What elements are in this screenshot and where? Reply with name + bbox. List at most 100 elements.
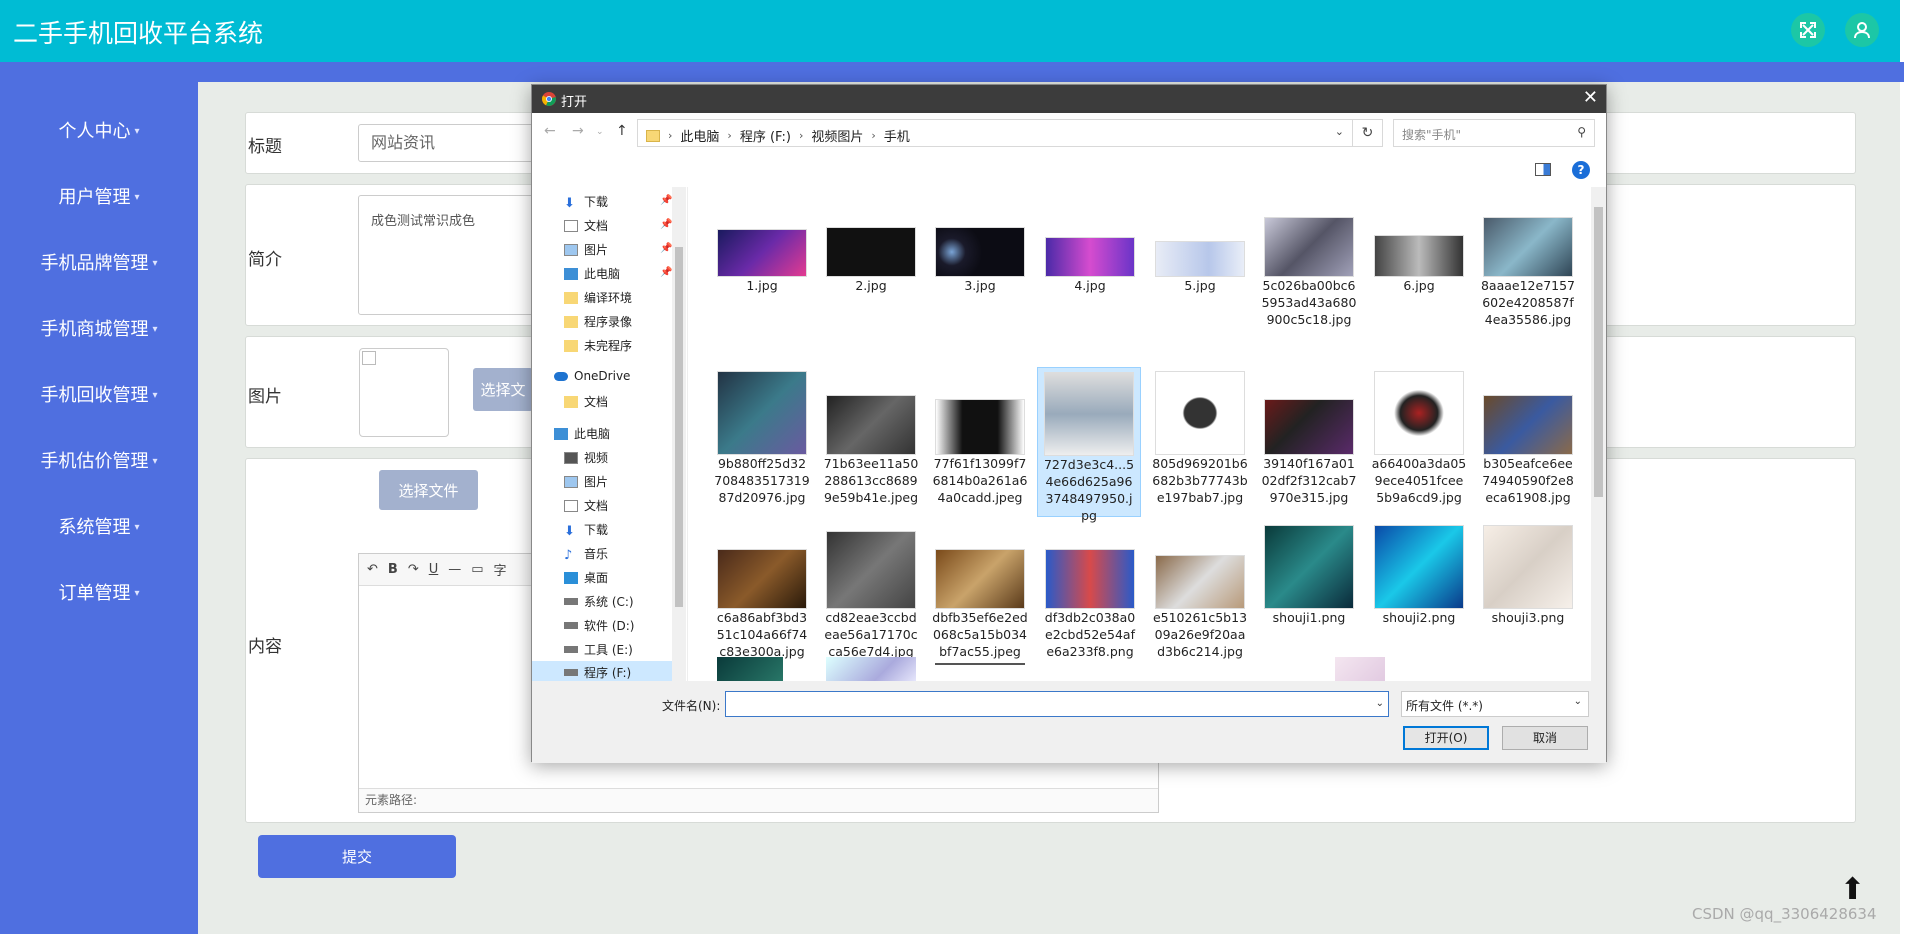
sidebar-item-personal-center[interactable]: 个人中心 ▾ [0, 112, 198, 152]
help-icon[interactable]: ? [1572, 161, 1590, 179]
breadcrumb-item[interactable]: 手机 [884, 126, 910, 145]
nav-item-downloads[interactable]: ⬇ 下载 [564, 193, 608, 211]
file-item[interactable]: 6.jpg [1367, 217, 1471, 294]
nav-item-folder[interactable]: 未完程序 [564, 337, 632, 354]
nav-item-label: 音乐 [584, 547, 609, 561]
back-to-top-icon[interactable]: ⬆ [1840, 872, 1865, 907]
file-item[interactable]: 2.jpg [819, 217, 923, 294]
file-type-select[interactable]: 所有文件 (*.*) ⌄ [1401, 691, 1589, 717]
breadcrumb-item[interactable]: 此电脑 [680, 126, 719, 145]
file-item[interactable]: 5c026ba00bc65953ad43a680900c5c18.jpg [1257, 217, 1361, 328]
file-item[interactable]: shouji2.png [1367, 525, 1471, 626]
recent-dropdown-icon[interactable]: ⌄ [596, 127, 604, 137]
nav-item-desktop[interactable]: 桌面 [564, 569, 608, 586]
file-item[interactable]: 1.jpg [710, 217, 814, 294]
file-item[interactable]: a66400a3da059ece4051fcee5b9a6cd9.jpg [1367, 371, 1471, 506]
sidebar-item-brand-management[interactable]: 手机品牌管理 ▾ [0, 244, 198, 284]
choose-image-button[interactable]: 选择文 [473, 368, 533, 411]
sidebar-item-label: 系统管理 [58, 517, 131, 538]
file-item[interactable]: shouji1.png [1257, 525, 1361, 626]
nav-scrollbar-thumb[interactable] [675, 247, 683, 607]
redo-icon[interactable]: ↷ [408, 562, 419, 577]
fullscreen-icon[interactable] [1791, 13, 1825, 47]
nav-item-pictures[interactable]: 图片 [564, 241, 608, 258]
file-item[interactable]: df3db2c038a0e2cbd52e54afe6a233f8.png [1038, 525, 1142, 660]
nav-item-documents[interactable]: 文档 [564, 217, 608, 234]
document-icon[interactable]: ▭ [471, 562, 483, 577]
horizontal-rule-icon[interactable]: — [448, 562, 461, 577]
submit-button[interactable]: 提交 [258, 835, 456, 878]
file-item[interactable]: 4.jpg [1038, 217, 1142, 294]
nav-item-folder[interactable]: 程序录像 [564, 313, 632, 330]
nav-item-pictures[interactable]: 图片 [564, 473, 608, 490]
sidebar-item-system-management[interactable]: 系统管理 ▾ [0, 508, 198, 548]
cancel-button[interactable]: 取消 [1502, 726, 1588, 750]
sidebar-item-user-management[interactable]: 用户管理 ▾ [0, 178, 198, 218]
file-item[interactable]: c6a86abf3bd351c104a66f74c83e300a.jpg [710, 525, 814, 660]
underline-icon[interactable]: U [429, 562, 439, 577]
nav-item-folder[interactable]: 编译环境 [564, 289, 632, 306]
nav-item-label: 系统 (C:) [584, 595, 634, 609]
breadcrumb-item[interactable]: 视频图片 [811, 126, 863, 145]
file-item[interactable]: 9b880ff25d3270848351731987d20976.jpg [710, 371, 814, 506]
file-item[interactable]: 3.jpg [928, 217, 1032, 294]
file-item[interactable]: shouji3.png [1476, 525, 1580, 626]
nav-item-drive-e[interactable]: 工具 (E:) [564, 641, 633, 658]
up-arrow-icon[interactable]: ↑ [616, 123, 628, 139]
nav-item-drive-c[interactable]: 系统 (C:) [564, 593, 634, 610]
refresh-icon[interactable]: ↻ [1352, 120, 1382, 146]
intro-textarea[interactable]: 成色测试常识成色 [358, 195, 538, 315]
sidebar-item-store-management[interactable]: 手机商城管理 ▾ [0, 310, 198, 350]
file-item[interactable]: 77f61f13099f76814b0a261a64a0cadd.jpeg [928, 371, 1032, 506]
nav-item-this-pc[interactable]: 此电脑 [564, 265, 620, 282]
file-item[interactable]: cd82eae3ccbdeae56a17170cca56e7d4.jpg [819, 525, 923, 660]
address-bar[interactable]: › 此电脑 › 程序 (F:) › 视频图片 › 手机 ⌄ ↻ [637, 119, 1383, 147]
file-item[interactable]: 805d969201b6682b3b77743be197bab7.jpg [1148, 371, 1252, 506]
nav-item-drive-f[interactable]: 程序 (F:) [532, 661, 672, 681]
open-button[interactable]: 打开(O) [1403, 726, 1489, 750]
preview-pane-icon[interactable] [1535, 163, 1551, 176]
choose-file-button[interactable]: 选择文件 [379, 470, 478, 510]
nav-item-music[interactable]: ♪ 音乐 [564, 545, 609, 563]
file-item[interactable]: 71b63ee11a50288613cc86899e59b41e.jpeg [819, 371, 923, 506]
app-title: 二手手机回收平台系统 [13, 19, 264, 48]
file-name: shouji3.png [1491, 610, 1565, 625]
sidebar-item-valuation-management[interactable]: 手机估价管理 ▾ [0, 442, 198, 482]
font-select[interactable]: 字 [494, 560, 507, 579]
forward-arrow-icon[interactable]: → [572, 123, 584, 139]
sidebar-item-order-management[interactable]: 订单管理 ▾ [0, 574, 198, 614]
title-input[interactable]: 网站资讯 [358, 124, 538, 162]
file-item[interactable]: 5.jpg [1148, 217, 1252, 294]
chevron-down-icon[interactable]: ⌄ [1376, 698, 1384, 709]
file-item[interactable]: e510261c5b1309a26e9f20aad3b6c214.jpg [1148, 525, 1252, 660]
sidebar-item-recycle-management[interactable]: 手机回收管理 ▾ [0, 376, 198, 416]
file-item[interactable]: b305eafce6ee74940590f2e8eca61908.jpg [1476, 371, 1580, 506]
address-dropdown-icon[interactable]: ⌄ [1335, 125, 1344, 138]
file-item[interactable]: 39140f167a0102df2f312cab7970e315.jpg [1257, 371, 1361, 506]
dialog-titlebar[interactable]: 打开 ✕ [532, 85, 1606, 113]
watermark: CSDN @qq_3306428634 [1692, 905, 1877, 923]
file-item-selected[interactable]: 727d3e3c4...54e66d625a963748497950.jpg [1037, 367, 1141, 523]
nav-item-documents[interactable]: 文档 [564, 497, 608, 514]
file-thumbnail [1374, 371, 1464, 455]
search-input[interactable]: 搜索"手机" ⚲ [1393, 119, 1595, 147]
nav-item-folder[interactable]: 文档 [564, 393, 608, 410]
nav-item-this-pc[interactable]: 此电脑 [554, 425, 610, 442]
computer-icon [554, 427, 568, 440]
close-icon[interactable]: ✕ [1583, 87, 1598, 108]
undo-icon[interactable]: ↶ [367, 562, 378, 577]
file-item[interactable]: 8aaae12e7157602e4208587f4ea35586.jpg [1476, 217, 1580, 328]
nav-item-videos[interactable]: 视频 [564, 449, 608, 466]
nav-item-downloads[interactable]: ⬇ 下载 [564, 521, 608, 539]
file-item[interactable]: dbfb35ef6e2ed068c5a15b034bf7ac55.jpeg [928, 525, 1032, 660]
file-name: 2.jpg [855, 278, 887, 293]
bold-icon[interactable]: B [388, 562, 398, 577]
filename-input[interactable]: ⌄ [725, 691, 1389, 717]
breadcrumb-item[interactable]: 程序 (F:) [740, 126, 791, 145]
file-list-scrollbar-thumb[interactable] [1594, 207, 1603, 497]
nav-item-drive-d[interactable]: 软件 (D:) [564, 617, 634, 634]
back-arrow-icon[interactable]: ← [544, 123, 556, 139]
page-scrollbar[interactable] [1900, 0, 1918, 934]
user-icon[interactable] [1845, 13, 1879, 47]
nav-item-onedrive[interactable]: OneDrive [554, 369, 630, 383]
